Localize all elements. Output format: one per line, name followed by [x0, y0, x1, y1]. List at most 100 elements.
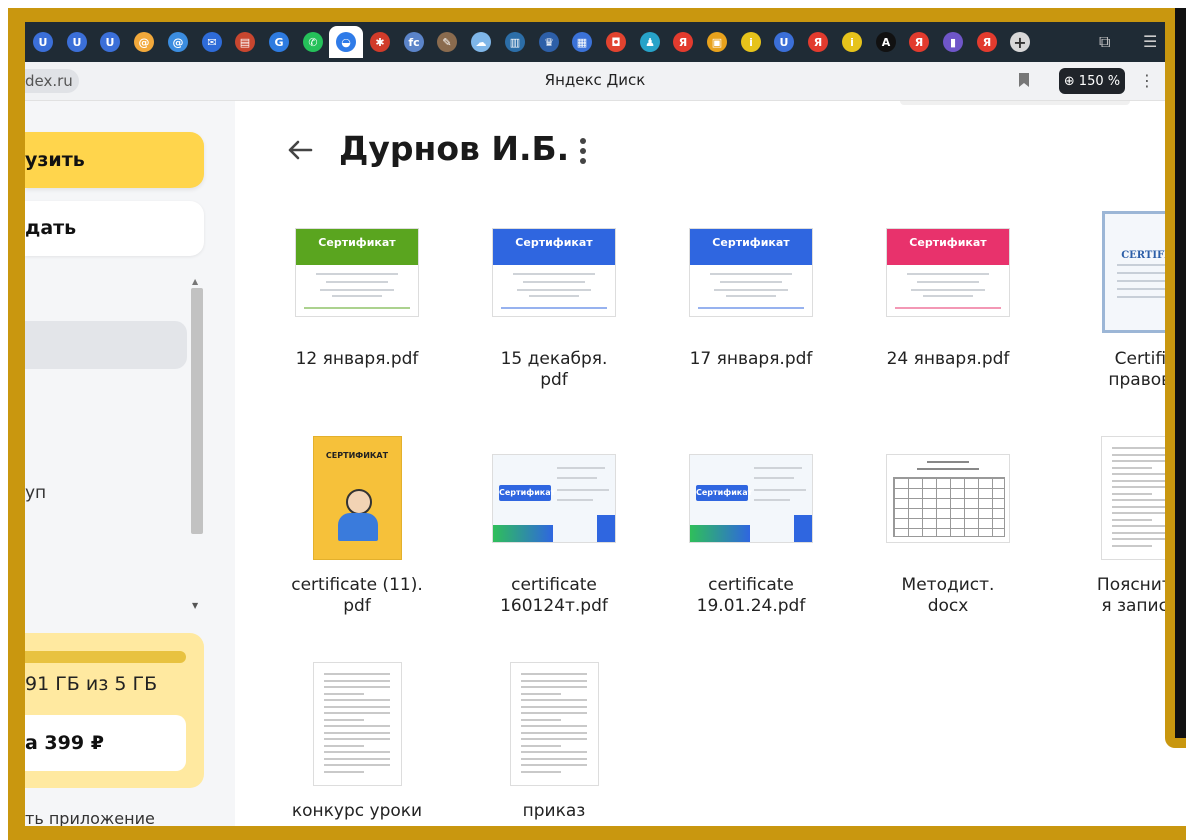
- tab-menu-icon[interactable]: ☰: [1143, 32, 1157, 51]
- zoom-in-icon: ⊕: [1063, 73, 1075, 89]
- frame-bottom: [8, 826, 1186, 840]
- create-button[interactable]: дать: [25, 201, 204, 256]
- scroll-thumb[interactable]: [191, 288, 203, 534]
- folder-more-icon[interactable]: [579, 137, 587, 165]
- thumbnail-title: Сертификат: [696, 487, 753, 497]
- browser-tab-bar: ⧉ ☰ U U U @ @ ✉ ▤ G ✆ ◒ ✱ fc ✎ ☁ ▥ ♛ ▦ ◘ ♟ Я ▣ i U Яi A Я ▮ Я +: [25, 22, 1165, 62]
- bookmark-icon[interactable]: [1019, 73, 1029, 87]
- info-i-icon[interactable]: i: [741, 32, 761, 52]
- sidebar-item-selected[interactable]: [25, 321, 187, 369]
- file-name[interactable]: конкурс уроки: [267, 801, 447, 822]
- file-name[interactable]: Методист. docx: [858, 575, 1038, 617]
- file-thumbnail-box[interactable]: [464, 662, 644, 786]
- yandex-u-icon[interactable]: U: [100, 32, 120, 52]
- yandex-ya-icon[interactable]: Я: [673, 32, 693, 52]
- document-thumbnail: [1100, 436, 1165, 560]
- file-item[interactable]: Сертификат 15 декабря. pdf: [464, 211, 644, 391]
- thumbnail-title: Сертификат: [909, 235, 987, 249]
- file-item[interactable]: Пояснител я записка: [1055, 436, 1165, 617]
- file-thumbnail-box[interactable]: [858, 437, 1038, 559]
- back-arrow-icon[interactable]: [285, 135, 315, 165]
- file-thumbnail-box[interactable]: Сертификат: [661, 211, 841, 333]
- mail-at-icon[interactable]: @: [168, 32, 188, 52]
- scroll-down-icon[interactable]: ▼: [192, 601, 198, 610]
- file-item[interactable]: Сертификат 17 января.pdf: [661, 211, 841, 370]
- certificate-thumbnail: Сертификат: [492, 453, 616, 543]
- frame-right: [1165, 8, 1186, 748]
- sidebar: узить дать уп ▲ ▼ 91 ГБ из 5 ГБ а 399 ₽ …: [25, 101, 235, 828]
- sidebar-scrollbar[interactable]: ▲ ▼: [188, 273, 204, 617]
- file-item[interactable]: приказ: [464, 662, 644, 822]
- book-icon[interactable]: ▤: [235, 32, 255, 52]
- file-name[interactable]: certificate 160124т.pdf: [464, 575, 644, 617]
- certificate-thumbnail: Сертификат: [295, 227, 419, 317]
- yandex-u-icon[interactable]: U: [33, 32, 53, 52]
- zoom-level: 150 %: [1078, 73, 1121, 89]
- yandex-ya-icon[interactable]: Я: [977, 32, 997, 52]
- letter-a-icon[interactable]: A: [876, 32, 896, 52]
- image-icon[interactable]: ▣: [707, 32, 727, 52]
- file-item[interactable]: Методист. docx: [858, 437, 1038, 617]
- file-item[interactable]: Сертификат certificate 160124т.pdf: [464, 437, 644, 617]
- mail-envelope-icon[interactable]: ✉: [202, 32, 222, 52]
- files-icon[interactable]: ▦: [572, 32, 592, 52]
- info-i-icon[interactable]: i: [842, 32, 862, 52]
- frame-top: [0, 0, 1186, 22]
- file-name[interactable]: приказ: [464, 801, 644, 822]
- file-thumbnail-box[interactable]: [267, 662, 447, 786]
- whatsapp-icon[interactable]: ✆: [303, 32, 323, 52]
- sidebar-item-label[interactable]: уп: [25, 483, 46, 503]
- bar-chart-icon[interactable]: ▮: [943, 32, 963, 52]
- file-item[interactable]: Сертификат certificate 19.01.24.pdf: [661, 437, 841, 617]
- yandex-ya-icon[interactable]: Я: [909, 32, 929, 52]
- star-icon[interactable]: ✱: [370, 32, 390, 52]
- cloud-disk-icon[interactable]: ◒: [336, 32, 356, 52]
- file-name[interactable]: 12 января.pdf: [267, 349, 447, 370]
- google-icon[interactable]: G: [269, 32, 289, 52]
- mail-at-icon[interactable]: @: [134, 32, 154, 52]
- scroll-up-icon[interactable]: ▲: [192, 277, 198, 286]
- bag-icon[interactable]: ◘: [606, 32, 626, 52]
- upload-button[interactable]: узить: [25, 132, 204, 188]
- fcs-icon[interactable]: fc: [404, 32, 424, 52]
- storage-progress-bar: [25, 651, 186, 663]
- file-item[interactable]: конкурс уроки: [267, 662, 447, 822]
- file-thumbnail-box[interactable]: Сертификат: [267, 211, 447, 333]
- file-name[interactable]: 17 января.pdf: [661, 349, 841, 370]
- thumbnail-title: Сертификат: [712, 235, 790, 249]
- file-name[interactable]: 15 декабря. pdf: [464, 349, 644, 391]
- book-open-icon[interactable]: ▥: [505, 32, 525, 52]
- person-icon[interactable]: ♟: [640, 32, 660, 52]
- file-name[interactable]: 24 января.pdf: [858, 349, 1038, 370]
- file-thumbnail-box[interactable]: [1055, 436, 1165, 560]
- file-thumbnail-box[interactable]: СЕРТИФИКАТ: [267, 436, 447, 560]
- file-thumbnail-box[interactable]: CERTIFI: [1055, 211, 1165, 333]
- file-thumbnail-box[interactable]: Сертификат: [661, 437, 841, 559]
- file-name[interactable]: Пояснител я записка: [1055, 575, 1165, 617]
- yandex-u-icon[interactable]: U: [67, 32, 87, 52]
- file-name[interactable]: certificate (11). pdf: [267, 575, 447, 617]
- tab-collections-icon[interactable]: ⧉: [1099, 32, 1110, 52]
- storage-card: 91 ГБ из 5 ГБ а 399 ₽: [25, 633, 204, 788]
- yandex-ya-icon[interactable]: Я: [808, 32, 828, 52]
- browser-more-icon[interactable]: ⋮: [1139, 71, 1155, 90]
- file-item[interactable]: Сертификат 12 января.pdf: [267, 211, 447, 370]
- file-thumbnail-box[interactable]: Сертификат: [464, 211, 644, 333]
- file-name[interactable]: certificate 19.01.24.pdf: [661, 575, 841, 617]
- file-thumbnail-box[interactable]: Сертификат: [858, 211, 1038, 333]
- file-item[interactable]: СЕРТИФИКАТ certificate (11). pdf: [267, 436, 447, 617]
- certificate-thumbnail: Сертификат: [689, 227, 813, 317]
- emblem-icon[interactable]: ♛: [539, 32, 559, 52]
- certificate-thumbnail: Сертификат: [689, 453, 813, 543]
- file-name[interactable]: Certific правово: [1055, 349, 1165, 391]
- cloud-icon[interactable]: ☁: [471, 32, 491, 52]
- file-item[interactable]: Сертификат 24 января.pdf: [858, 211, 1038, 370]
- new-tab-icon[interactable]: +: [1010, 32, 1030, 52]
- pen-icon[interactable]: ✎: [437, 32, 457, 52]
- page-title-address: Яндекс Диск: [544, 71, 646, 89]
- yandex-u-icon[interactable]: U: [774, 32, 794, 52]
- file-thumbnail-box[interactable]: Сертификат: [464, 437, 644, 559]
- zoom-button[interactable]: ⊕ 150 %: [1059, 68, 1125, 94]
- buy-space-button[interactable]: а 399 ₽: [25, 715, 186, 771]
- file-item[interactable]: CERTIFI Certific правово: [1055, 211, 1165, 391]
